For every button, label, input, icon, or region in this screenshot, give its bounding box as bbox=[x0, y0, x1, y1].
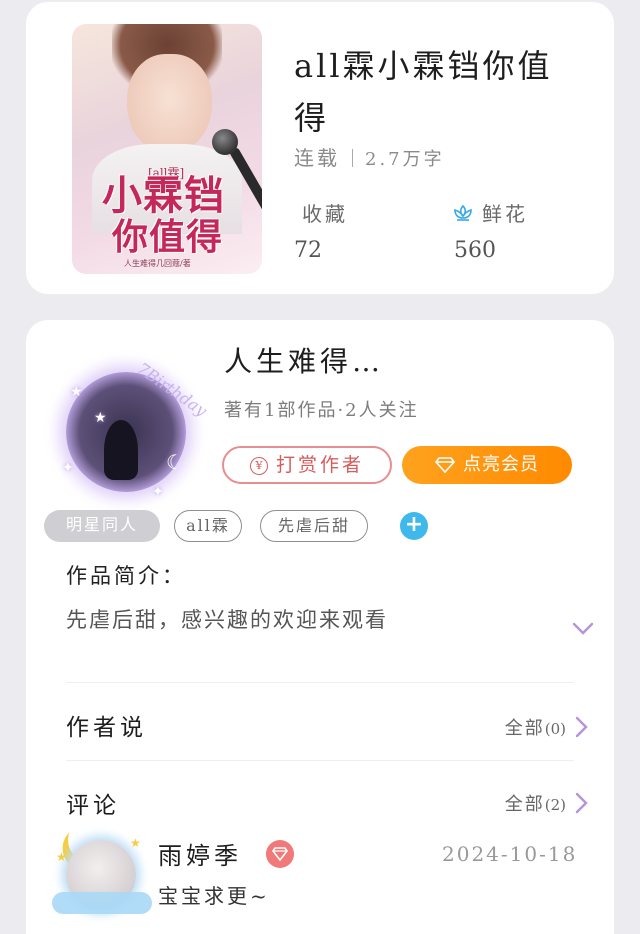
book-title: all霖小霖铛你值得 bbox=[294, 47, 553, 137]
author-says-count: (0) bbox=[544, 720, 566, 738]
book-info-card: [all霖] 小霖铛 你值得 人生难得几回蔻/著 all霖小霖铛你值得 连载 2.… bbox=[26, 2, 614, 294]
author-info-card: 7Birthday ★ ✦ ★ ✦ ☾ 人生难得… 著有1部作品·2人关注 ¥ 打… bbox=[26, 320, 614, 934]
cover-author-text: 人生难得几回蔻/著 bbox=[124, 259, 191, 268]
star-icon: ✦ bbox=[152, 484, 164, 500]
comment-text: 宝宝求更~ bbox=[158, 884, 270, 908]
yen-icon: ¥ bbox=[249, 457, 268, 475]
vip-badge-icon bbox=[266, 840, 294, 868]
star-icon: ★ bbox=[130, 836, 141, 850]
book-word-count: 2.7万字 bbox=[365, 149, 445, 170]
collect-label[interactable]: 收藏 bbox=[302, 198, 348, 227]
author-says-all-link[interactable]: 全部(0) bbox=[505, 714, 566, 740]
star-icon: ✦ bbox=[62, 460, 74, 476]
reward-author-button[interactable]: ¥ 打赏作者 bbox=[222, 446, 392, 484]
tag-chip[interactable]: 先虐后甜 bbox=[260, 510, 368, 542]
reward-label: 打赏作者 bbox=[275, 454, 364, 476]
flower-label: 鲜花 bbox=[482, 202, 528, 226]
activate-vip-button[interactable]: 点亮会员 bbox=[402, 446, 572, 484]
book-cover-image[interactable]: [all霖] 小霖铛 你值得 人生难得几回蔻/著 bbox=[72, 24, 262, 274]
author-meta: 著有1部作品·2人关注 bbox=[224, 400, 419, 421]
author-avatar[interactable]: 7Birthday ★ ✦ ★ ✦ ☾ bbox=[56, 350, 210, 500]
comments-all-label: 全部 bbox=[504, 794, 545, 815]
star-icon: ★ bbox=[56, 850, 67, 864]
cover-face bbox=[127, 54, 212, 154]
book-status: 连载 bbox=[294, 146, 340, 170]
tag-chip[interactable]: 明星同人 bbox=[44, 510, 160, 542]
author-name[interactable]: 人生难得… bbox=[224, 340, 384, 380]
cover-title-line1: 小霖铛 bbox=[102, 172, 225, 219]
author-says-label: 作者说 bbox=[66, 715, 147, 741]
divider bbox=[66, 760, 574, 761]
microphone-icon bbox=[212, 129, 238, 155]
add-tag-button[interactable]: + bbox=[400, 512, 428, 540]
chevron-right-icon[interactable] bbox=[574, 792, 588, 814]
comments-all-link[interactable]: 全部(2) bbox=[505, 790, 566, 816]
moon-icon: ☾ bbox=[166, 450, 184, 474]
star-icon: ★ bbox=[94, 410, 107, 426]
author-says-all-label: 全部 bbox=[504, 718, 545, 739]
flower-stat[interactable]: 鲜花 bbox=[452, 198, 528, 227]
tag-chip[interactable]: all霖 bbox=[174, 510, 242, 542]
avatar-figure bbox=[104, 420, 138, 480]
intro-label: 作品简介： bbox=[66, 564, 186, 588]
intro-text: 先虐后甜，感兴趣的欢迎来观看 bbox=[66, 608, 388, 632]
flower-icon bbox=[454, 204, 472, 221]
cover-title-line2: 你值得 bbox=[112, 216, 224, 258]
cloud-decoration bbox=[52, 892, 152, 914]
star-icon: ★ bbox=[70, 384, 83, 400]
chevron-down-icon[interactable] bbox=[572, 622, 594, 636]
book-meta: 连载 2.7万字 bbox=[294, 142, 445, 171]
comment-date: 2024-10-18 bbox=[442, 842, 578, 866]
commenter-avatar[interactable]: ★ ★ bbox=[44, 810, 154, 920]
collect-value: 72 bbox=[294, 238, 322, 263]
diamond-icon bbox=[434, 457, 456, 474]
chevron-right-icon[interactable] bbox=[574, 716, 588, 738]
commenter-name[interactable]: 雨婷季 bbox=[158, 836, 242, 871]
comments-count: (2) bbox=[544, 796, 566, 814]
vip-label: 点亮会员 bbox=[463, 454, 539, 475]
flower-value: 560 bbox=[454, 238, 496, 263]
meta-divider bbox=[352, 149, 353, 167]
divider bbox=[66, 682, 574, 683]
